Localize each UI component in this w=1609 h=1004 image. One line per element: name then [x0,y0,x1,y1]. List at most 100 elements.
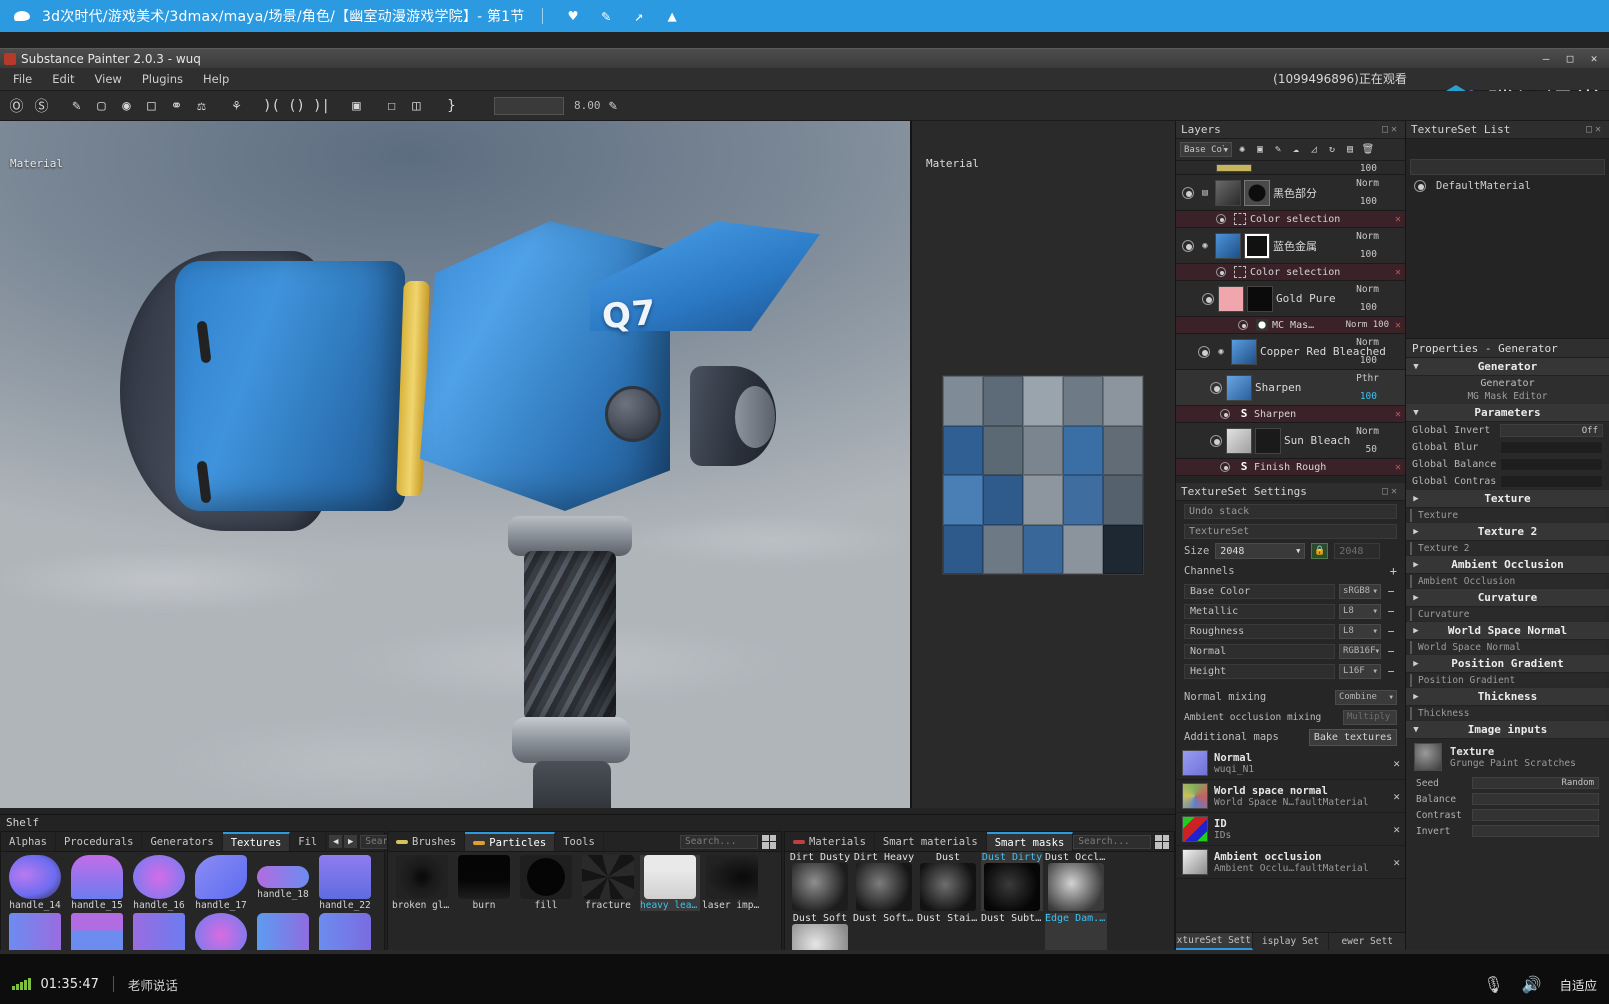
list-item[interactable]: Dirt Heavy [853,852,915,911]
layer-thumbnail[interactable] [1231,338,1257,365]
menu-file[interactable]: File [4,69,41,89]
layer-row[interactable]: Sharpen Pthr 100 [1176,370,1405,406]
badge-icon[interactable]: ▲ [668,8,677,24]
heart-icon[interactable]: ♥ [568,8,577,24]
layer-row[interactable]: ▤ 黑色部分 Norm 100 [1176,175,1405,211]
toolbar-pencil-icon[interactable]: ✎ [602,94,625,117]
parameter-value[interactable] [1500,475,1603,488]
section-header-texture[interactable]: ▶ Texture [1406,490,1609,508]
effect-visibility-toggle[interactable] [1220,462,1230,472]
volume-icon[interactable]: 🔊 [1522,975,1542,994]
texture-preview[interactable] [942,375,1144,575]
image-param-value[interactable] [1472,793,1599,805]
section-input[interactable]: Texture 2 [1410,542,1605,555]
layer-mask-thumbnail[interactable] [1244,179,1270,206]
effect-visibility-toggle[interactable] [1216,214,1226,224]
list-item[interactable]: Dust Occlu... [1045,852,1107,911]
layer-mask-thumbnail[interactable] [1244,232,1270,259]
section-header-texture-2[interactable]: ▶ Texture 2 [1406,523,1609,541]
layer-list[interactable]: 100 ▤ 黑色部分 Norm 100 Color selection ✕ ◉ … [1176,161,1405,483]
list-item[interactable]: laser impact [702,855,762,911]
ao-mixing-select[interactable]: Multiply [1343,709,1397,725]
tab-brushes[interactable]: Brushes [388,832,466,851]
textureset-list-item[interactable]: DefaultMaterial [1406,177,1609,195]
delete-icon[interactable]: 🗑 [1360,142,1376,158]
close-icon[interactable]: ✕ [1395,214,1401,225]
polygon-fill-icon[interactable]: □ [140,94,163,117]
textureset-field[interactable]: TextureSet [1184,523,1397,539]
layer-row[interactable]: 100 [1176,161,1405,175]
chevron-left-icon[interactable]: ◀ [329,835,343,848]
list-item[interactable]: Dust Stain... [917,913,979,951]
list-item[interactable]: Dust Soft 2 [853,913,915,951]
layer-mask-thumbnail[interactable] [1247,285,1273,312]
toolbar-input-field[interactable] [494,96,564,115]
layer-effect-row[interactable]: S Sharpen ✕ [1176,406,1405,423]
mic-muted-icon[interactable]: 🎙 [1483,975,1503,994]
layer-opacity[interactable]: 100 [1360,196,1377,207]
tab-smart-materials[interactable]: Smart materials [875,832,987,851]
textureset-search-field[interactable] [1410,159,1605,175]
symmetry-icon[interactable]: )( [260,94,283,117]
layer-visibility-toggle[interactable] [1210,434,1222,447]
list-item[interactable] [5,913,65,951]
cube-view-icon[interactable]: ◫ [405,94,428,117]
projection-icon[interactable]: ◉ [115,94,138,117]
tab-particles[interactable]: Particles [465,832,556,851]
generator-group-header[interactable]: ▼ Generator [1406,358,1609,376]
layer-visibility-toggle[interactable] [1182,186,1194,199]
section-input[interactable]: Curvature [1410,608,1605,621]
viewport-2d[interactable]: Material [910,121,1188,862]
channel-format-select[interactable]: L8 ▼ [1339,603,1381,619]
layer-blend-mode[interactable]: Norm [1356,178,1379,189]
layer-blend-mode[interactable]: Pthr [1356,373,1379,384]
additional-map-item[interactable]: World space normal World Space N…faultMa… [1176,780,1405,813]
additional-map-item[interactable]: ID IDs ✕ [1176,813,1405,846]
list-item[interactable]: handle_16 [129,855,189,911]
list-item[interactable]: handle_14 [5,855,65,911]
close-icon[interactable]: ✕ [1393,790,1400,803]
add-effect-icon[interactable]: ◿ [1306,142,1322,158]
shelf-right-items[interactable]: Dirt Dusty Dirt Heavy Dust Dust Dirty Du… [785,852,1174,951]
mirror-icon[interactable]: () [285,94,308,117]
image-param-value[interactable] [1472,825,1599,837]
close-icon[interactable]: ✕ [1395,267,1401,278]
textureset-visibility-toggle[interactable] [1414,180,1426,192]
layer-opacity[interactable]: 50 [1366,444,1377,455]
image-inputs-group-header[interactable]: ▼ Image inputs [1406,721,1609,739]
parameters-group-header[interactable]: ▼ Parameters [1406,404,1609,422]
substance-stencil-icon[interactable]: Ⓢ [30,94,53,117]
tab-tools[interactable]: Tools [555,832,604,851]
clone-stamp-icon[interactable]: ⚖ [190,94,213,117]
layer-visibility-toggle[interactable] [1182,239,1194,252]
grid-view-icon[interactable] [1155,834,1170,849]
tab-smart-masks[interactable]: Smart masks [986,832,1074,851]
section-input[interactable]: Ambient Occlusion [1410,575,1605,588]
add-channel-button[interactable]: + [1390,564,1397,578]
panel-dock-controls[interactable]: □✕ [1382,124,1400,135]
list-item[interactable]: Edge Dam... [1045,913,1107,951]
shelf-left-items[interactable]: handle_14 handle_15 handle_16 handle_17 [1,852,384,951]
close-icon[interactable]: ✕ [1393,823,1400,836]
tab-textureset-settings[interactable]: xtureSet Sett [1176,933,1253,950]
close-icon[interactable]: ✕ [1395,462,1401,473]
panel-dock-controls[interactable]: □✕ [1382,486,1400,497]
additional-map-item[interactable]: Normal wuqi_N1 ✕ [1176,747,1405,780]
section-header-thickness[interactable]: ▶ Thickness [1406,688,1609,706]
remove-channel-button[interactable]: − [1385,665,1397,678]
grid-view-icon[interactable] [762,834,776,849]
quality-selector[interactable]: 自适应 [1559,975,1597,994]
viewport-3d[interactable]: Q7 Material Y X Z [0,121,910,808]
tab-textures[interactable]: Textures [222,832,291,851]
list-item[interactable] [253,913,313,951]
remove-channel-button[interactable]: − [1385,605,1397,618]
add-fill-icon[interactable]: ▣ [1252,142,1268,158]
search-input[interactable]: Search... [680,834,758,849]
tab-materials[interactable]: Materials [785,832,875,851]
image-param-value[interactable]: Random [1472,777,1599,789]
tab-procedurals[interactable]: Procedurals [56,832,143,851]
effect-visibility-toggle[interactable] [1216,267,1226,277]
channel-format-select[interactable]: sRGB8 ▼ [1339,583,1381,599]
layer-row[interactable]: Sun Bleach Norm 50 [1176,423,1405,459]
substance-logo-icon[interactable]: Ⓞ [5,94,28,117]
